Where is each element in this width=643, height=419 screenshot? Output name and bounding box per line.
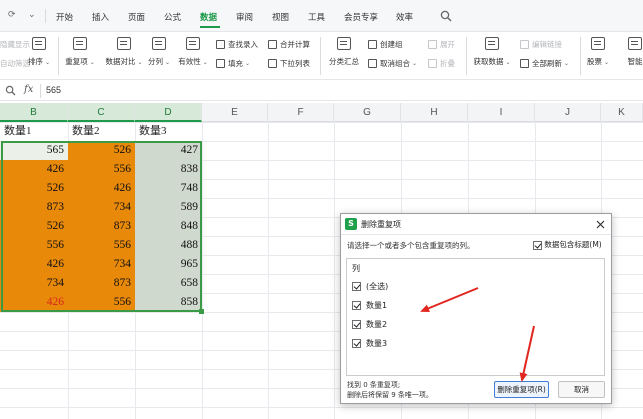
red-arrow-to-button xyxy=(519,325,535,382)
annotation-arrows xyxy=(420,287,535,382)
red-arrow-to-list xyxy=(420,287,479,313)
